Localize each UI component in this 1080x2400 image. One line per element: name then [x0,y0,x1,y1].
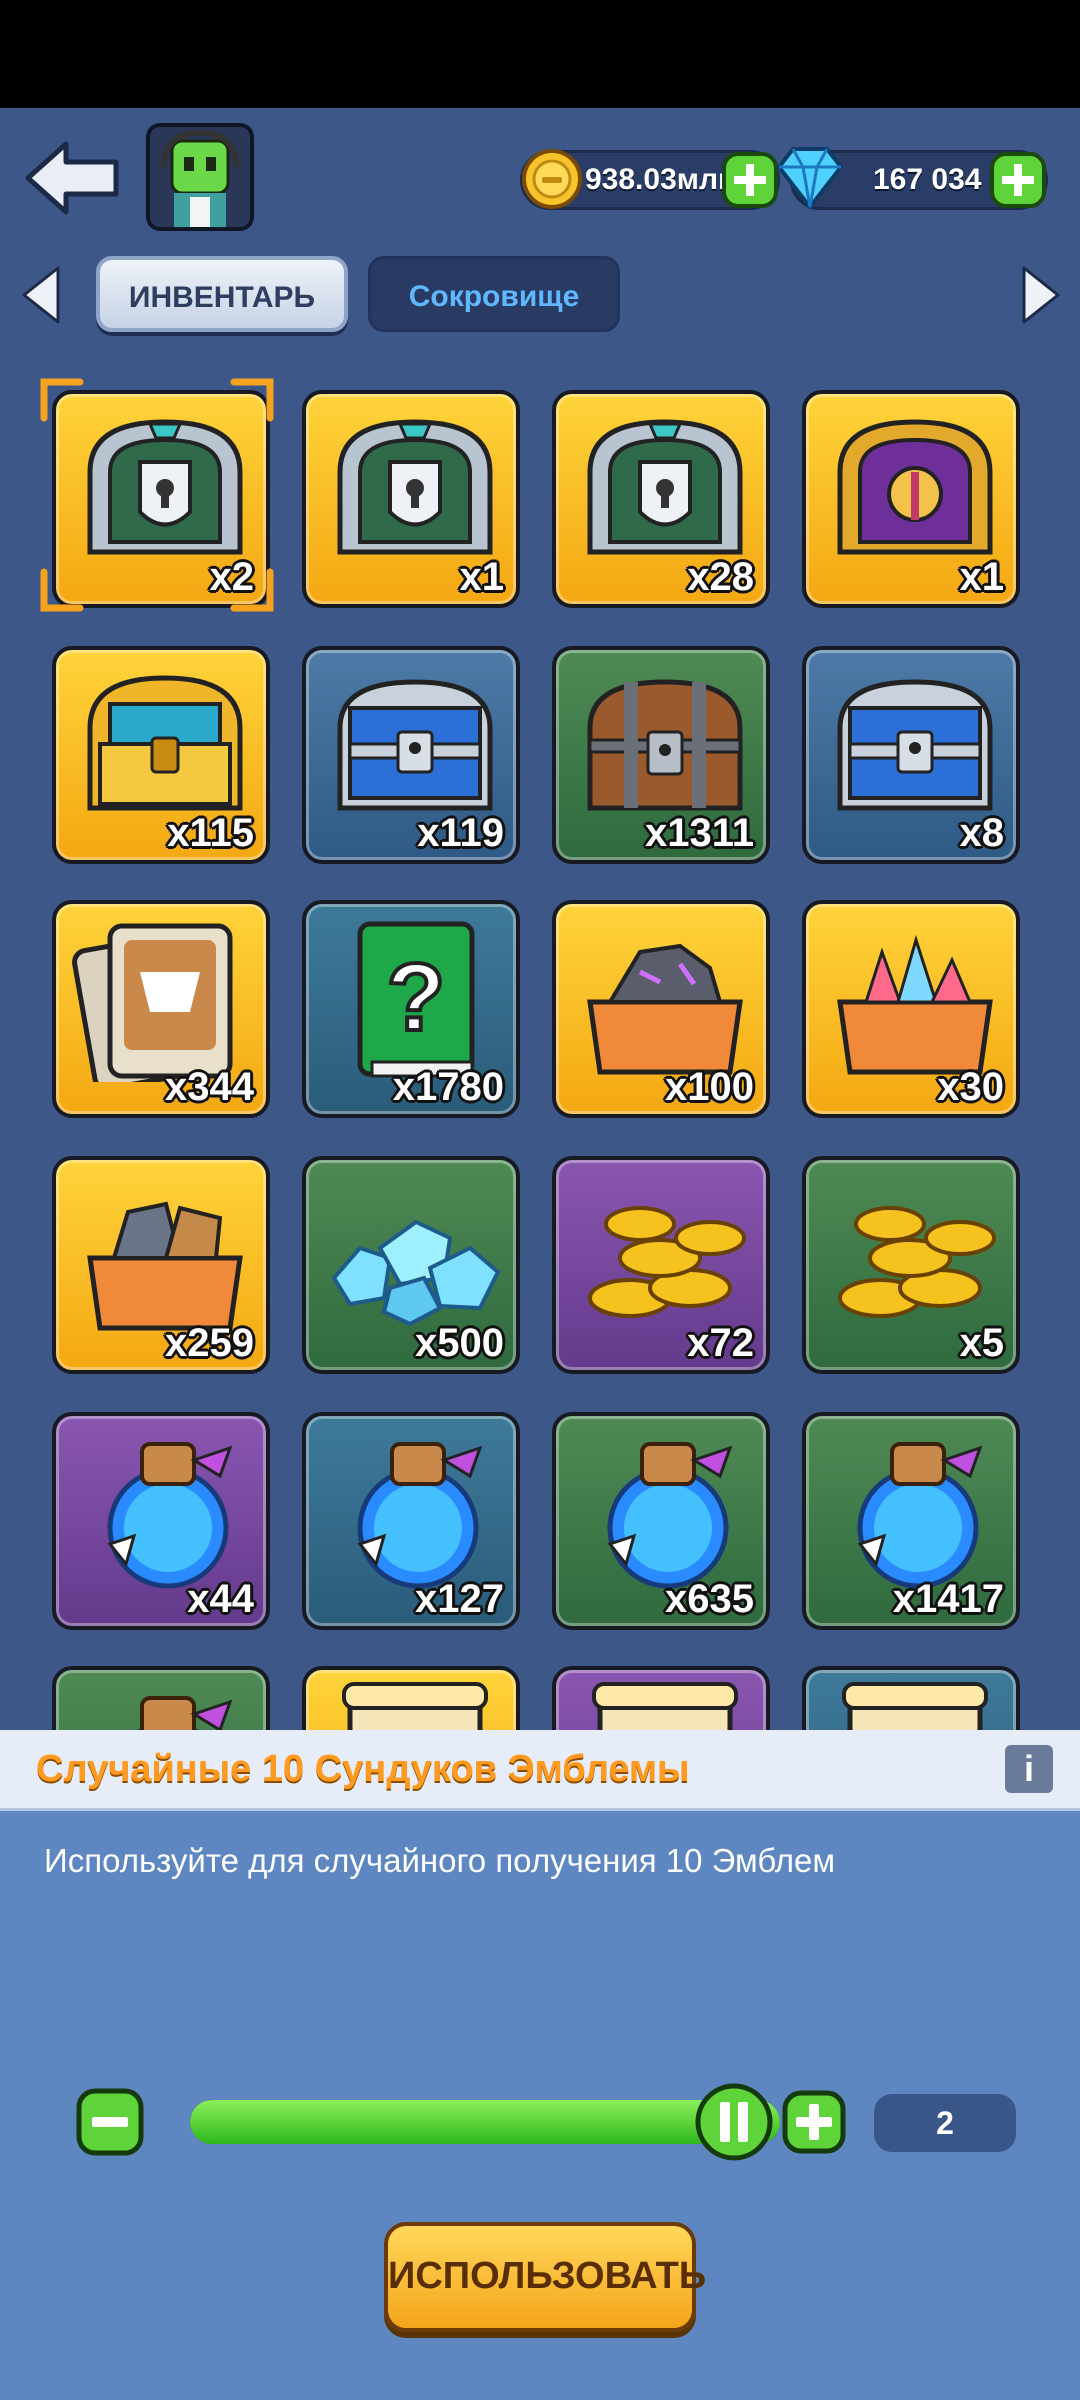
blue-iron-chest-icon [837,679,993,811]
inventory-slot[interactable]: x44 [52,1412,270,1630]
add-coins-button[interactable] [721,151,779,209]
blue-potion-icon [137,1696,233,1730]
inventory-slot[interactable]: x2 [52,390,270,608]
tab-prev-arrow-icon[interactable] [18,264,64,326]
inventory-slot[interactable] [52,1666,270,1730]
item-quantity: x1311 [644,811,754,855]
slider-handle[interactable] [694,2082,774,2162]
emblem-chest-silver-icon [87,419,243,555]
top-bar: 938.03млн 167 034 [0,108,1080,231]
item-quantity: x72 [687,1321,754,1365]
inventory-slot[interactable]: x259 [52,1156,270,1374]
inventory-slot[interactable]: x1417 [802,1412,1020,1630]
item-description: Используйте для случайного получения 10 … [44,1842,836,1879]
back-arrow-icon[interactable] [22,138,122,218]
inventory-slot[interactable] [552,1666,770,1730]
svg-text:?: ? [387,944,446,1051]
blue-potion-icon [607,1442,733,1589]
coin-amount: 938.03млн [585,163,737,196]
inventory-slot[interactable]: x28 [552,390,770,608]
scroll-icon [842,1682,988,1730]
purple-gold-chest-icon [837,419,993,555]
inventory-slot[interactable]: x119 [302,646,520,864]
item-quantity: x259 [165,1321,254,1365]
inventory-slot[interactable]: x635 [552,1412,770,1630]
coin-counter: 938.03млн [520,149,780,210]
inventory-slot[interactable]: x72 [552,1156,770,1374]
tab-next-arrow-icon[interactable] [1018,264,1064,326]
inventory-grid: x2 x1 x28 x1 x115 x119 x1311 x8 x344 ? x1… [0,378,1080,1730]
quantity-slider[interactable] [190,2100,780,2144]
item-quantity: x344 [165,1065,254,1109]
mystery-book-icon: ? [357,921,475,1078]
inventory-slot[interactable]: x115 [52,646,270,864]
gold-chest-icon [87,675,243,811]
blue-potion-icon [107,1442,233,1589]
avatar[interactable] [146,123,254,231]
blue-crystals-icon [331,1219,501,1327]
diamond-icon [777,147,843,209]
item-quantity: x100 [665,1065,754,1109]
tab-treasure[interactable]: Сокровище [368,256,620,332]
inventory-slot[interactable]: x500 [302,1156,520,1374]
item-title: Случайные 10 Сундуков Эмблемы [36,1748,690,1790]
gold-coins-icon [588,1206,746,1318]
item-quantity: x1417 [892,1577,1004,1621]
item-quantity: x1 [459,555,505,599]
blue-potion-icon [857,1442,983,1589]
gold-coins-icon [838,1206,996,1318]
emblem-chest-silver-icon [337,419,493,555]
item-quantity: x2 [209,555,255,599]
use-button[interactable]: ИСПОЛЬЗОВАТЬ [384,2222,706,2332]
item-quantity: x115 [167,811,254,855]
blue-iron-chest-icon [337,679,493,811]
item-quantity: x119 [417,811,504,855]
info-button[interactable]: i [1005,1745,1053,1793]
decrease-button[interactable] [76,2088,144,2156]
item-quantity: x1 [959,555,1005,599]
item-quantity: x28 [687,555,754,599]
wooden-chest-icon [587,679,743,811]
item-quantity: x1780 [392,1065,504,1109]
inventory-slot[interactable]: x30 [802,900,1020,1118]
scroll-icon [342,1682,488,1730]
status-bar [0,0,1080,108]
inventory-slot[interactable]: x5 [802,1156,1020,1374]
scroll-icon [592,1682,738,1730]
gem-counter: 167 034 [777,147,1048,210]
panel-header: Случайные 10 Сундуков Эмблемы i [0,1730,1080,1811]
inventory-slot[interactable]: x8 [802,646,1020,864]
gem-amount: 167 034 [873,163,982,196]
inventory-slot[interactable]: x127 [302,1412,520,1630]
item-quantity: x127 [415,1577,504,1621]
quantity-value[interactable]: 2 [874,2094,1016,2152]
coin-icon [522,149,582,209]
inventory-slot[interactable]: x100 [552,900,770,1118]
crystal-box-icon [837,934,993,1075]
tab-bar: ИНВЕНТАРЬ Сокровище [0,250,1080,340]
rune-stones-box-icon [587,943,743,1075]
blue-potion-icon [357,1442,483,1589]
inventory-slot[interactable]: x1311 [552,646,770,864]
item-quantity: x500 [415,1321,504,1365]
hero-cards-icon [72,923,233,1082]
inventory-slot[interactable]: ? x1780 [302,900,520,1118]
inventory-slot[interactable]: x344 [52,900,270,1118]
inventory-slot[interactable] [302,1666,520,1730]
inventory-slot[interactable]: x1 [802,390,1020,608]
item-quantity: x30 [937,1065,1004,1109]
slider-fill [190,2100,780,2144]
inventory-slot[interactable] [802,1666,1020,1730]
item-quantity: x5 [959,1321,1005,1365]
inventory-slot[interactable]: x1 [302,390,520,608]
emblem-chest-silver-icon [587,419,743,555]
add-gems-button[interactable] [989,151,1047,209]
robot-avatar-icon [150,127,250,227]
tab-inventory[interactable]: ИНВЕНТАРЬ [96,256,348,332]
item-quantity: x8 [959,811,1005,855]
increase-button[interactable] [782,2090,846,2154]
item-quantity: x635 [665,1577,754,1621]
ore-box-icon [87,1201,243,1331]
item-quantity: x44 [187,1577,254,1621]
